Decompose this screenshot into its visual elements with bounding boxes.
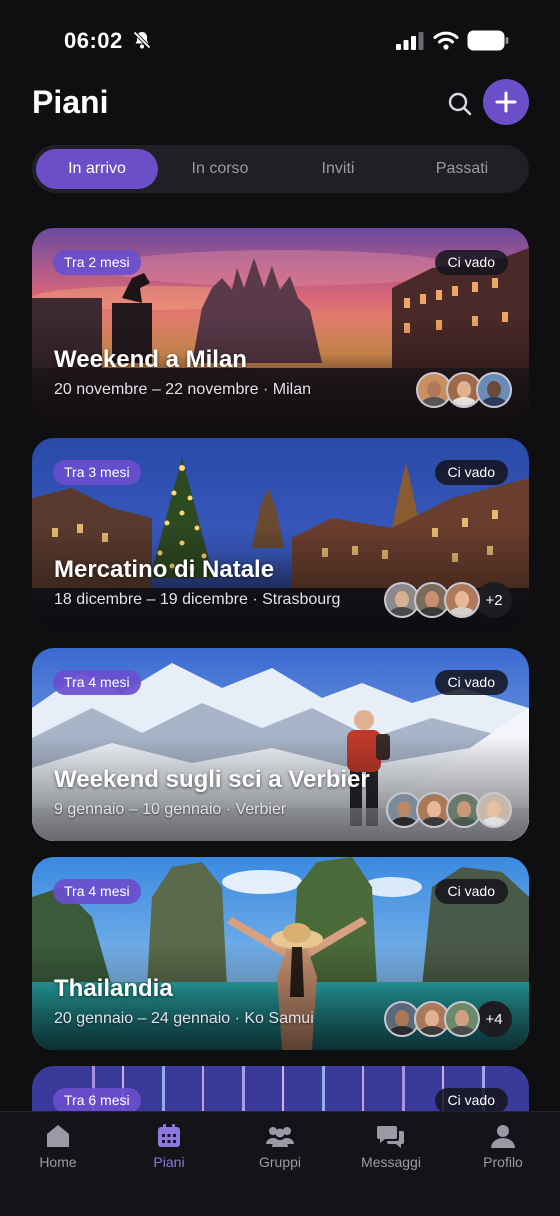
time-until-badge: Tra 4 mesi xyxy=(53,670,141,695)
plan-card[interactable]: Tra 3 mesi Ci vado Mercatino di Natale 1… xyxy=(32,438,529,631)
status-time: 06:02 xyxy=(64,28,123,53)
participants-avatars[interactable]: +4 xyxy=(384,1001,512,1037)
wifi-icon xyxy=(433,31,459,50)
rsvp-status-badge: Ci vado xyxy=(434,670,508,695)
plan-card[interactable]: Tra 4 mesi Ci vado Weekend sugli sci a V… xyxy=(32,648,529,841)
participants-avatars[interactable] xyxy=(416,372,512,408)
avatar xyxy=(444,1001,480,1037)
signal-icon xyxy=(396,32,424,50)
plus-icon xyxy=(495,91,517,113)
search-button[interactable] xyxy=(444,88,476,120)
avatar xyxy=(444,582,480,618)
plan-title: Weekend sugli sci a Verbier xyxy=(54,766,370,793)
calendar-icon xyxy=(158,1124,180,1147)
nav-label: Messaggi xyxy=(361,1154,421,1170)
avatar xyxy=(476,372,512,408)
time-until-badge: Tra 4 mesi xyxy=(53,879,141,904)
rsvp-status-badge: Ci vado xyxy=(434,1088,508,1113)
search-icon xyxy=(448,92,472,116)
tab-passati[interactable]: Passati xyxy=(398,149,526,189)
nav-profilo[interactable]: Profilo xyxy=(463,1122,543,1170)
rsvp-status-badge: Ci vado xyxy=(434,460,508,485)
profile-icon xyxy=(491,1125,515,1148)
nav-piani[interactable]: Piani xyxy=(129,1122,209,1170)
plan-dates-location: 20 gennaio – 24 gennaio · Ko Samui xyxy=(54,1010,314,1027)
plans-tab-bar: In arrivo In corso Inviti Passati xyxy=(32,145,529,193)
rsvp-status-badge: Ci vado xyxy=(434,250,508,275)
more-participants-count: +4 xyxy=(476,1001,512,1037)
plan-title: Weekend a Milan xyxy=(54,346,247,373)
home-icon xyxy=(47,1125,69,1147)
plan-dates-location: 9 gennaio – 10 gennaio · Verbier xyxy=(54,801,287,818)
add-plan-button[interactable] xyxy=(483,79,529,125)
tab-in-arrivo[interactable]: In arrivo xyxy=(36,149,158,189)
more-participants-count: +2 xyxy=(476,582,512,618)
nav-label: Gruppi xyxy=(258,1154,302,1170)
plan-dates-location: 18 dicembre – 19 dicembre · Strasbourg xyxy=(54,591,341,608)
plan-title: Thailandia xyxy=(54,975,173,1002)
page-title: Piani xyxy=(32,84,109,120)
messages-icon xyxy=(377,1126,404,1148)
nav-messaggi[interactable]: Messaggi xyxy=(351,1122,431,1170)
nav-gruppi[interactable]: Gruppi xyxy=(240,1122,320,1170)
plan-card[interactable]: Tra 2 mesi Ci vado Weekend a Milan 20 no… xyxy=(32,228,529,421)
plan-card[interactable]: Tra 4 mesi Ci vado Thailandia 20 gennaio… xyxy=(32,857,529,1050)
plan-dates-location: 20 novembre – 22 novembre · Milan xyxy=(54,381,312,398)
tab-in-corso[interactable]: In corso xyxy=(160,149,280,189)
nav-label: Home xyxy=(39,1154,77,1170)
nav-home[interactable]: Home xyxy=(18,1122,98,1170)
time-until-badge: Tra 3 mesi xyxy=(53,460,141,485)
bottom-navigation: Home Piani Gruppi Messaggi Profilo xyxy=(0,1111,560,1216)
bell-muted-icon xyxy=(133,31,151,49)
time-until-badge: Tra 6 mesi xyxy=(53,1088,141,1113)
plan-title: Mercatino di Natale xyxy=(54,556,275,583)
avatar xyxy=(476,792,512,828)
participants-avatars[interactable]: +2 xyxy=(384,582,512,618)
status-bar: 06:02 xyxy=(0,0,560,80)
time-until-badge: Tra 2 mesi xyxy=(53,250,141,275)
nav-label: Piani xyxy=(153,1154,185,1170)
group-icon xyxy=(266,1127,294,1147)
tab-inviti[interactable]: Inviti xyxy=(282,149,394,189)
battery-icon xyxy=(467,30,509,51)
participants-avatars[interactable] xyxy=(386,792,512,828)
nav-label: Profilo xyxy=(483,1154,523,1170)
rsvp-status-badge: Ci vado xyxy=(434,879,508,904)
